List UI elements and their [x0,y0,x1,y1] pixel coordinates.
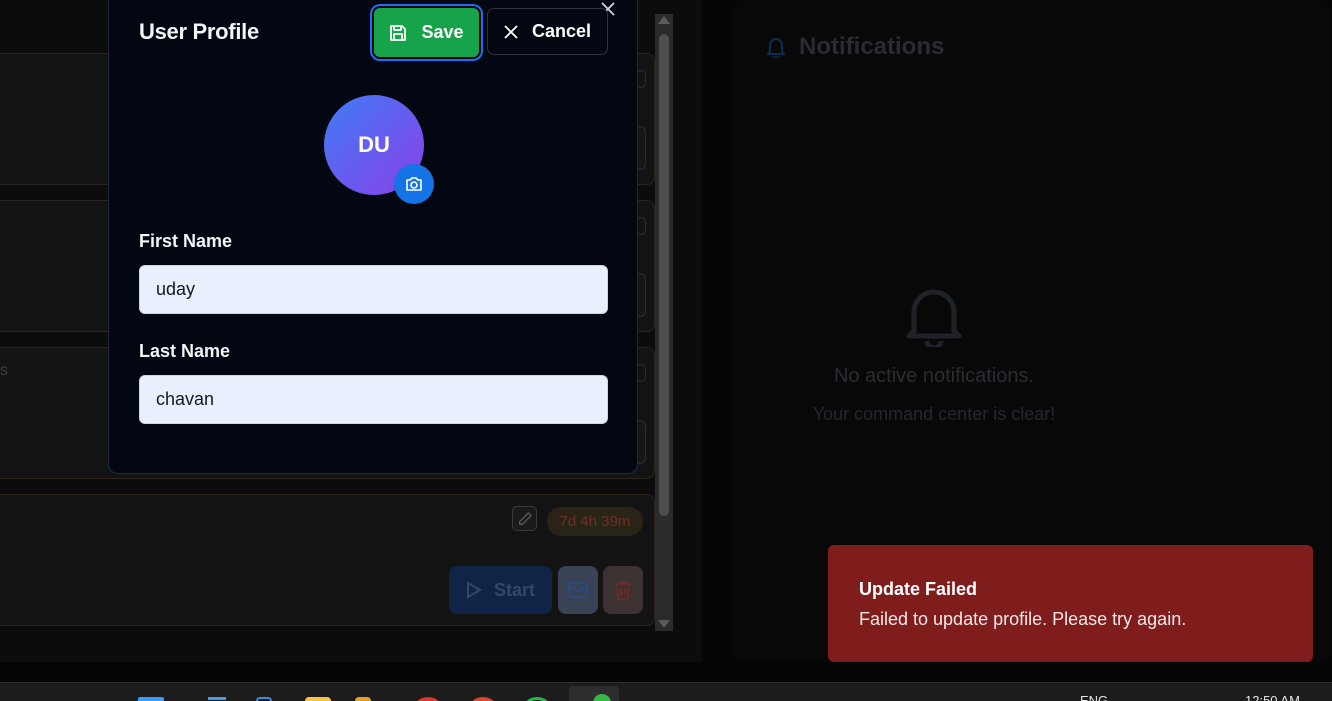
folder-icon[interactable] [355,697,371,701]
file-explorer-icon[interactable] [305,697,331,701]
last-name-label: Last Name [139,341,231,361]
modal-title: User Profile [139,19,259,44]
last-name-input[interactable] [139,375,608,424]
bell-icon [767,38,785,58]
task-view-icon[interactable] [256,697,272,701]
app-icon[interactable] [415,697,441,701]
edit-button[interactable] [512,506,537,531]
delete-button[interactable] [603,566,643,614]
notifications-header: Notifications [767,33,944,61]
toast-title: Update Failed [859,579,978,599]
taskbar: ENG 12:50 AM [0,682,1332,701]
start-button[interactable]: Start [449,566,552,614]
cancel-button[interactable]: Cancel [487,8,608,55]
mail-icon [568,582,588,598]
language-indicator[interactable]: ENG [1080,693,1108,701]
toast-message: Failed to update profile. Please try aga… [859,609,1187,629]
save-label: Save [421,22,464,42]
windows-icon[interactable] [138,697,164,701]
scroll-down-arrow-icon[interactable] [658,620,670,628]
badge-dot [593,694,611,701]
first-name-label: First Name [139,231,233,251]
clock[interactable]: 12:50 AM [1245,693,1300,701]
chat-icon[interactable] [524,697,550,701]
play-icon [466,581,482,599]
first-name-input[interactable] [139,265,608,314]
bell-icon [906,289,962,347]
scrollbar[interactable] [655,14,673,631]
change-photo-button[interactable] [394,164,434,204]
browser-icon[interactable] [470,697,496,701]
save-button[interactable]: Save [372,6,481,59]
active-app-icon[interactable] [569,686,619,701]
trash-icon [615,581,631,600]
card-text-fragment: s [0,362,8,379]
error-toast[interactable]: Update Failed Failed to update profile. … [828,545,1313,662]
scroll-up-arrow-icon[interactable] [658,16,670,24]
timer-badge: 7d 4h 39m [547,507,643,536]
pencil-icon [518,511,532,525]
email-button[interactable] [558,566,598,614]
scroll-thumb[interactable] [659,34,669,516]
empty-subtitle: Your command center is clear! [812,404,1056,424]
start-label: Start [493,579,535,600]
x-icon [504,24,518,39]
empty-title: No active notifications. [833,365,1035,387]
search-icon[interactable] [208,697,226,701]
notifications-title: Notifications [799,33,945,60]
empty-notifications: No active notifications. Your command ce… [733,285,1135,425]
save-icon [390,24,407,41]
user-profile-modal: User Profile Save Cancel DU First Name L… [108,0,638,474]
camera-icon [406,177,422,191]
cancel-label: Cancel [531,21,592,41]
